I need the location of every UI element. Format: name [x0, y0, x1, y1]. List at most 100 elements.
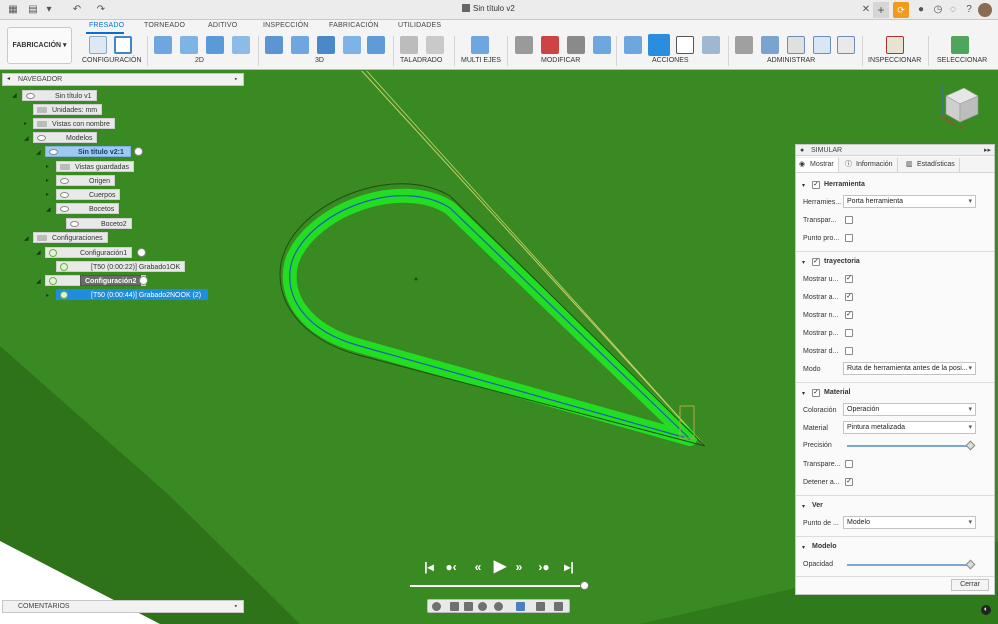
save-icon[interactable]: ▾	[42, 3, 56, 17]
display-settings-icon[interactable]	[516, 602, 525, 611]
playback-slider-handle[interactable]	[580, 581, 589, 590]
activate-radio-icon[interactable]	[139, 276, 148, 285]
group-label-inspeccionar[interactable]: INSPECCIONAR	[868, 57, 921, 64]
show-path-checkbox[interactable]	[845, 347, 853, 355]
section-collapse-icon[interactable]: ▾	[802, 544, 805, 551]
post-library-icon[interactable]	[813, 36, 831, 54]
zoom-icon[interactable]	[478, 602, 487, 611]
expand-panel-icon[interactable]: ▸▸	[984, 145, 991, 156]
group-label-modificar[interactable]: MODIFICAR	[541, 57, 580, 64]
expand-triangle-icon[interactable]	[24, 107, 30, 113]
group-label-2d[interactable]: 2D	[195, 57, 204, 64]
expand-triangle-icon[interactable]: ◢	[36, 150, 42, 156]
section-collapse-icon[interactable]: ▾	[802, 390, 805, 397]
playback-progress-bar[interactable]	[410, 585, 585, 587]
expand-triangle-icon[interactable]: ▸	[46, 164, 52, 170]
tool-transparency-checkbox[interactable]	[845, 216, 853, 224]
material-select[interactable]: Pintura metalizada	[843, 421, 976, 434]
group-label-multi-ejes[interactable]: MULTI EJES	[461, 57, 501, 64]
go-to-start-icon[interactable]: |◂	[422, 560, 436, 574]
tab-inspeccion[interactable]: INSPECCIÓN	[263, 22, 309, 29]
extensions-icon[interactable]: ⟳	[893, 2, 909, 18]
visibility-icon[interactable]	[26, 93, 35, 99]
tab-informacion[interactable]: ⓘ Información	[842, 158, 898, 172]
group-label-seleccionar[interactable]: SELECCIONAR	[937, 57, 987, 64]
pan-hand-icon[interactable]	[464, 602, 473, 611]
section-collapse-icon[interactable]: ▾	[802, 182, 805, 189]
3d-pocket-icon[interactable]	[291, 36, 309, 54]
redo-icon[interactable]: ↷	[94, 3, 108, 17]
viewpoint-select[interactable]: Modelo	[843, 516, 976, 529]
group-label-administrar[interactable]: ADMINISTRAR	[767, 57, 815, 64]
tree-item-origin[interactable]: Origen	[56, 175, 116, 186]
2d-pocket-icon[interactable]	[180, 36, 198, 54]
opacity-slider[interactable]	[847, 564, 971, 566]
folder-setup-icon[interactable]	[89, 36, 107, 54]
grid-menu-icon[interactable]: ▦	[6, 3, 20, 17]
simulate-active-icon[interactable]	[648, 34, 670, 56]
post-process-icon[interactable]	[702, 36, 720, 54]
step-forward-icon[interactable]: »	[512, 560, 526, 574]
tree-item-bodies[interactable]: Cuerpos	[56, 189, 121, 200]
close-tab-icon[interactable]: ✕	[859, 3, 873, 17]
tree-item-models[interactable]: Modelos	[33, 132, 98, 143]
precision-slider-handle[interactable]	[965, 440, 976, 451]
orbit-icon[interactable]	[432, 602, 441, 611]
viewports-icon[interactable]	[554, 602, 563, 611]
stop-on-collision-checkbox[interactable]: ✓	[845, 478, 853, 486]
3d-scallop-icon[interactable]	[343, 36, 361, 54]
tool-icon[interactable]	[567, 36, 585, 54]
visibility-icon[interactable]	[60, 178, 69, 184]
panel-menu-icon[interactable]: ▪	[235, 74, 237, 85]
new-tab-button[interactable]: +	[873, 2, 889, 18]
drill-icon[interactable]	[400, 36, 418, 54]
path-mode-select[interactable]: Ruta de herramienta antes de la posi...	[843, 362, 976, 375]
tab-mostrar[interactable]: ◉ Mostrar	[796, 158, 839, 172]
expand-triangle-icon[interactable]: ▸	[24, 121, 30, 127]
setup-sheet-icon[interactable]	[114, 36, 132, 54]
close-button[interactable]: Cerrar	[951, 579, 989, 591]
tree-item-setup2[interactable]: Configuración2	[45, 275, 147, 286]
visibility-icon[interactable]	[60, 206, 69, 212]
section-collapse-icon[interactable]: ▾	[802, 259, 805, 266]
2d-contour-icon[interactable]	[206, 36, 224, 54]
activate-radio-icon[interactable]	[137, 248, 146, 257]
tab-torneado[interactable]: TORNEADO	[144, 22, 185, 29]
navigator-header[interactable]: ◂ NAVEGADOR ▪	[2, 73, 244, 86]
tree-item-sketch2[interactable]: Boceto2	[66, 218, 132, 229]
expand-comments-icon[interactable]: ▪	[235, 601, 237, 612]
drill-points-icon[interactable]	[426, 36, 444, 54]
show-path-checkbox[interactable]: ✓	[845, 293, 853, 301]
tree-item-setups[interactable]: Configuraciones	[33, 232, 108, 243]
group-label-3d[interactable]: 3D	[315, 57, 324, 64]
herramienta-checkbox[interactable]: ✓	[812, 181, 820, 189]
material-checkbox[interactable]: ✓	[812, 389, 820, 397]
template-library-icon[interactable]	[787, 36, 805, 54]
tree-item-operation1[interactable]: [T50 (0:00:22)] Grabado1OK	[56, 261, 186, 272]
3d-contour-icon[interactable]	[367, 36, 385, 54]
show-path-checkbox[interactable]: ✓	[845, 311, 853, 319]
tree-item-setup1[interactable]: Configuración1	[45, 247, 133, 258]
tab-aditivo[interactable]: ADITIVO	[208, 22, 237, 29]
herramienta-select[interactable]: Porta herramienta	[843, 195, 976, 208]
simulate-icon[interactable]	[624, 36, 642, 54]
workspace-switcher[interactable]: FABRICACIÓN ▾	[7, 27, 72, 64]
step-back-icon[interactable]: «	[471, 560, 485, 574]
notifications-icon[interactable]: ●	[914, 3, 928, 17]
look-at-icon[interactable]	[450, 602, 459, 611]
visibility-icon[interactable]	[37, 135, 46, 141]
coloring-select[interactable]: Operación	[843, 403, 976, 416]
go-to-end-icon[interactable]: ▸|	[562, 560, 576, 574]
task-manager-icon[interactable]	[837, 36, 855, 54]
visibility-icon[interactable]	[70, 221, 79, 227]
group-label-acciones[interactable]: ACCIONES	[652, 57, 689, 64]
path-edit-icon[interactable]	[593, 36, 611, 54]
next-operation-icon[interactable]: ›●	[537, 560, 551, 574]
tool-library-icon[interactable]	[735, 36, 753, 54]
tab-estadisticas[interactable]: ▥ Estadísticas	[903, 158, 960, 172]
section-collapse-icon[interactable]: ▾	[802, 503, 805, 510]
bell-icon[interactable]: ◌	[946, 3, 960, 17]
opacity-slider-handle[interactable]	[965, 559, 976, 570]
multi-axis-icon[interactable]	[471, 36, 489, 54]
expand-triangle-icon[interactable]: ◢	[36, 279, 42, 285]
